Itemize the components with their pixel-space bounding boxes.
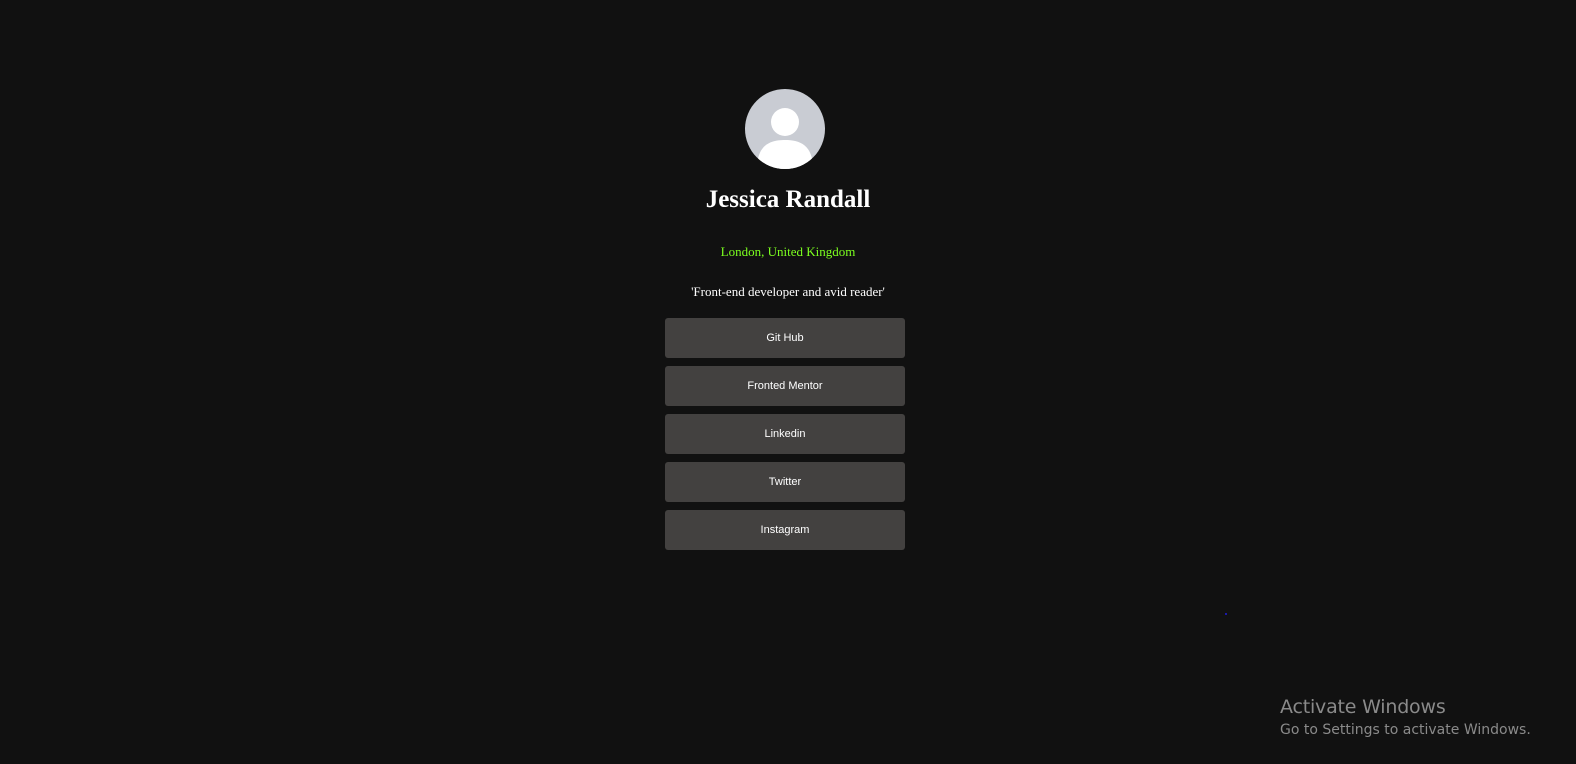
instagram-link-button[interactable]: Instagram [665,510,905,550]
user-silhouette-icon [757,108,813,169]
profile-name: Jessica Randall [705,186,871,213]
watermark-subtitle: Go to Settings to activate Windows. [1280,722,1531,738]
profile-bio: 'Front-end developer and avid reader' [691,284,885,299]
activate-windows-watermark: Activate Windows Go to Settings to activ… [1280,695,1531,740]
stray-pixel [1225,613,1227,615]
twitter-link-button[interactable]: Twitter [665,462,905,502]
frontend-mentor-link-button[interactable]: Fronted Mentor [665,366,905,406]
linkedin-link-button[interactable]: Linkedin [665,414,905,454]
github-link-button[interactable]: Git Hub [665,318,905,358]
social-links: Git Hub Fronted Mentor Linkedin Twitter … [665,318,905,558]
profile-location: London, United Kingdom [720,244,856,259]
avatar [745,89,825,169]
watermark-title: Activate Windows [1280,696,1446,718]
